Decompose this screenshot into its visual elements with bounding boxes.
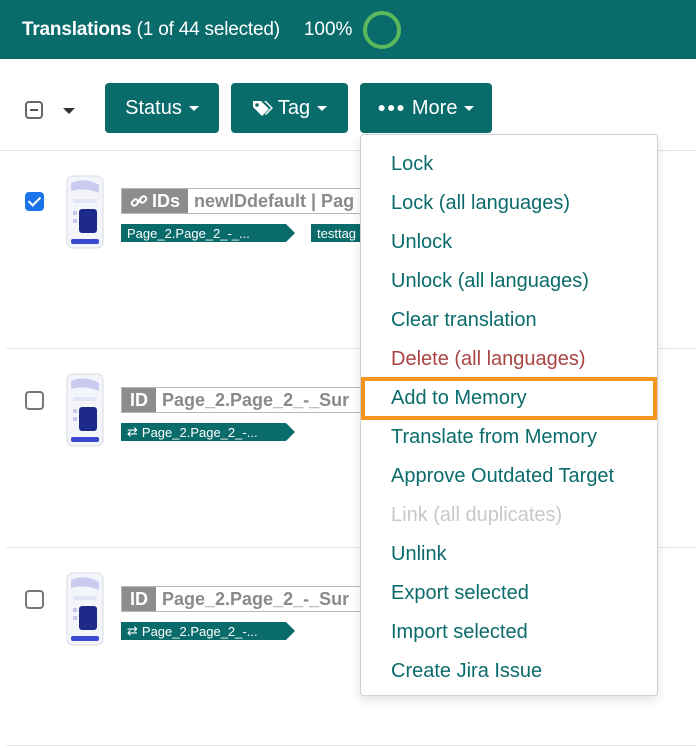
title-label: Translations — [22, 18, 132, 40]
row-checkbox[interactable] — [25, 590, 44, 609]
id-badge-label: ID — [130, 588, 148, 609]
translations-header: Translations (1 of 44 selected) 100% — [0, 0, 696, 59]
more-dropdown-menu: Lock Lock (all languages) Unlock Unlock … — [360, 134, 658, 696]
string-id-box[interactable]: ID Page_2.Page_2_-_Sur — [121, 387, 366, 413]
menu-item-translate-from-memory[interactable]: Translate from Memory — [361, 418, 657, 457]
selection-count: (1 of 44 selected) — [136, 18, 280, 40]
page-title: Translations (1 of 44 selected) — [22, 19, 280, 41]
chip-arrow — [286, 622, 295, 640]
menu-item-clear-translation[interactable]: Clear translation — [361, 301, 657, 340]
progress-ring-icon — [363, 10, 402, 49]
menu-item-link-all-duplicates: Link (all duplicates) — [391, 504, 563, 526]
menu-item-delete-all-languages[interactable]: Delete (all languages) — [361, 340, 657, 379]
menu-item-lock-all-languages[interactable]: Lock (all languages) — [361, 184, 657, 223]
chip-label: Page_2.Page_2_-... — [141, 623, 258, 639]
string-id-text: newIDdefault | Pag — [194, 190, 355, 211]
row-checkbox[interactable] — [25, 192, 44, 211]
id-badge: ID — [122, 388, 156, 412]
menu-item-lock[interactable]: Lock — [361, 145, 657, 184]
select-dropdown-caret-icon[interactable] — [63, 108, 75, 114]
more-button-label: More — [411, 96, 458, 119]
chip-arrow — [286, 423, 295, 441]
screen-thumbnail — [66, 572, 104, 646]
chip-label: testtag — [317, 225, 357, 241]
select-all-checkbox[interactable] — [25, 101, 43, 119]
ellipsis-icon: ●●● — [377, 98, 406, 115]
menu-item-export-selected[interactable]: Export selected — [361, 574, 657, 613]
string-id-box[interactable]: IDs newIDdefault | Pag — [121, 188, 381, 214]
menu-item-add-to-memory[interactable]: Add to Memory — [361, 377, 657, 420]
chevron-down-icon — [188, 105, 199, 111]
tag-button[interactable]: Tag — [231, 83, 348, 133]
id-badge: IDs — [122, 189, 189, 213]
key-chip[interactable]: ⇄ Page_2.Page_2_-... — [121, 423, 286, 441]
tags-icon — [252, 101, 273, 116]
tag-button-label: Tag — [277, 96, 311, 119]
menu-item-approve-outdated-target[interactable]: Approve Outdated Target — [361, 457, 657, 496]
key-chip[interactable]: ⇄ Page_2.Page_2_-... — [121, 622, 286, 640]
link-icon — [130, 195, 148, 207]
menu-item-unlink[interactable]: Unlink — [361, 535, 657, 574]
menu-item-create-jira-issue[interactable]: Create Jira Issue — [361, 652, 657, 691]
more-button[interactable]: ●●● More — [360, 83, 492, 133]
chip-label: Page_2.Page_2_-... — [141, 424, 258, 440]
string-id-text: Page_2.Page_2_-_Sur — [162, 588, 350, 609]
chevron-down-icon — [317, 105, 328, 111]
menu-item-unlock[interactable]: Unlock — [361, 223, 657, 262]
menu-item-unlock-all-languages[interactable]: Unlock (all languages) — [361, 262, 657, 301]
sync-icon: ⇄ — [127, 623, 138, 638]
menu-item-import-selected[interactable]: Import selected — [361, 613, 657, 652]
progress-percent: 100% — [303, 18, 353, 40]
chevron-down-icon — [464, 105, 475, 111]
id-badge-label: ID — [130, 389, 148, 410]
string-id-box[interactable]: ID Page_2.Page_2_-_Sur — [121, 586, 366, 612]
chip-arrow — [286, 224, 295, 242]
sync-icon: ⇄ — [127, 424, 138, 439]
status-button-label: Status — [125, 96, 182, 119]
key-chip[interactable]: Page_2.Page_2_-_... — [121, 224, 286, 242]
screen-thumbnail — [66, 175, 104, 249]
status-button[interactable]: Status — [105, 83, 219, 133]
id-badge-label: IDs — [152, 190, 181, 211]
id-badge: ID — [122, 587, 156, 611]
row-checkbox[interactable] — [25, 391, 44, 410]
string-id-text: Page_2.Page_2_-_Sur — [162, 389, 350, 410]
chip-label: Page_2.Page_2_-_... — [127, 225, 250, 241]
screen-thumbnail — [66, 373, 104, 447]
